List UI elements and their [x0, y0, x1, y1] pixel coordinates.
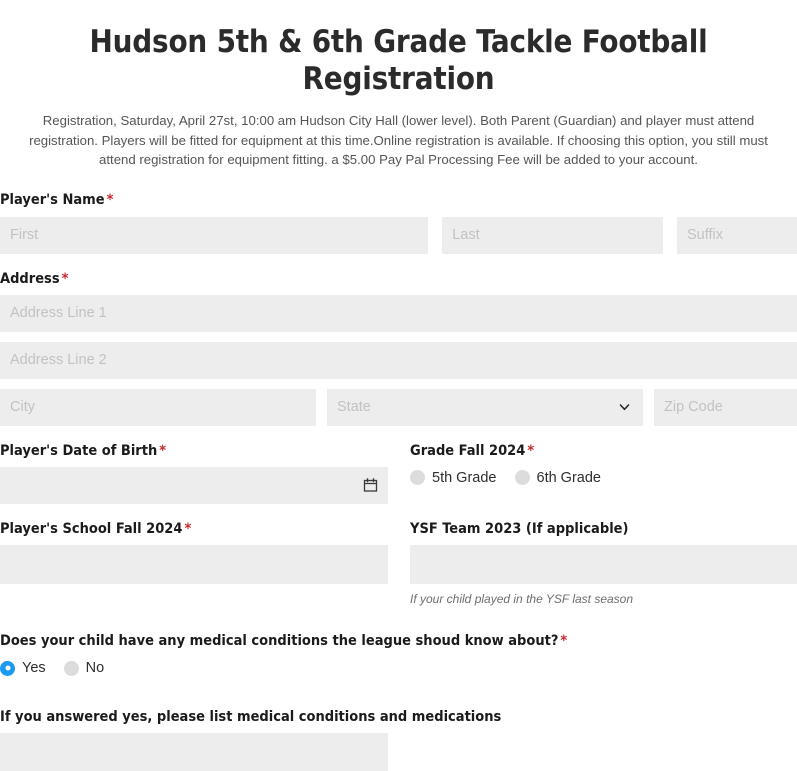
- label-medical-conditions-list: If you answered yes, please list medical…: [0, 708, 797, 726]
- label-medical-conditions-question: Does your child have any medical conditi…: [0, 632, 797, 650]
- ysf-team-2023-input[interactable]: [410, 544, 797, 584]
- school-fall-2024-input[interactable]: [0, 544, 388, 584]
- label-grade-fall-2024: Grade Fall 2024 *: [410, 442, 797, 460]
- label-player-name: Player's Name *: [0, 191, 797, 209]
- calendar-icon[interactable]: [363, 478, 378, 493]
- suffix-input[interactable]: [677, 216, 797, 254]
- city-state-zip-row: State: [0, 388, 797, 426]
- last-name-input[interactable]: [442, 216, 663, 254]
- form-body: Player's Name* Address*: [0, 169, 797, 771]
- radio-indicator: [0, 660, 15, 676]
- form-header: Hudson 5th & 6th Grade Tackle Football R…: [0, 0, 797, 169]
- field-medical-conditions-list: If you answered yes, please list medical…: [0, 708, 797, 771]
- radio-medical-yes-label: Yes: [22, 660, 46, 676]
- city-input[interactable]: [0, 388, 316, 426]
- player-name-row: [0, 216, 797, 254]
- required-asterisk: *: [61, 270, 69, 287]
- field-school-fall-2024: Player's School Fall 2024 *: [0, 520, 388, 584]
- radio-indicator: [410, 470, 425, 486]
- label-date-of-birth: Player's Date of Birth *: [0, 442, 388, 460]
- registration-form-page: Hudson 5th & 6th Grade Tackle Football R…: [0, 0, 797, 771]
- radio-medical-no-label: No: [85, 660, 105, 676]
- date-of-birth-wrapper: [0, 466, 388, 504]
- field-address: Address* State: [0, 270, 797, 426]
- dob-grade-row: Player's Date of Birth * Grade Fall 2024…: [0, 442, 797, 504]
- radio-grade-5th-label: 5th Grade: [432, 469, 497, 486]
- state-select[interactable]: State: [327, 388, 643, 426]
- date-of-birth-input[interactable]: [0, 466, 388, 504]
- page-title: Hudson 5th & 6th Grade Tackle Football R…: [89, 24, 708, 97]
- zip-code-input[interactable]: [654, 388, 797, 426]
- label-school-fall-2024-text: Player's School Fall 2024: [0, 520, 183, 537]
- required-asterisk: *: [184, 520, 192, 537]
- radio-medical-yes[interactable]: Yes: [0, 660, 46, 676]
- ysf-team-help-text: If your child played in the YSF last sea…: [410, 591, 634, 606]
- label-grade-fall-2024-text: Grade Fall 2024: [410, 442, 526, 459]
- school-ysf-row: Player's School Fall 2024 * YSF Team 2023…: [0, 520, 797, 606]
- address-line-2-input[interactable]: [0, 341, 797, 379]
- radio-grade-6th-label: 6th Grade: [536, 469, 602, 486]
- field-date-of-birth: Player's Date of Birth *: [0, 442, 388, 504]
- label-school-fall-2024: Player's School Fall 2024 *: [0, 520, 388, 538]
- radio-grade-6th[interactable]: 6th Grade: [514, 469, 602, 486]
- label-date-of-birth-text: Player's Date of Birth: [0, 442, 158, 459]
- medical-conditions-radio-group: Yes No: [0, 657, 797, 676]
- label-ysf-team-2023: YSF Team 2023 (If applicable): [410, 520, 797, 538]
- radio-indicator: [63, 660, 79, 676]
- label-medical-conditions-list-text: If you answered yes, please list medical…: [0, 709, 502, 725]
- radio-indicator: [514, 470, 530, 486]
- grade-radio-group: 5th Grade 6th Grade: [410, 467, 797, 486]
- radio-grade-5th[interactable]: 5th Grade: [410, 470, 497, 486]
- radio-medical-no[interactable]: No: [63, 660, 105, 676]
- required-asterisk: *: [106, 192, 114, 209]
- field-medical-conditions-question: Does your child have any medical conditi…: [0, 632, 797, 676]
- medical-conditions-textarea[interactable]: [0, 733, 388, 771]
- required-asterisk: *: [560, 632, 568, 649]
- label-ysf-team-2023-text: YSF Team 2023 (If applicable): [410, 520, 629, 537]
- field-grade-fall-2024: Grade Fall 2024 * 5th Grade 6th Grade: [410, 442, 797, 486]
- required-asterisk: *: [159, 442, 167, 459]
- field-ysf-team-2023: YSF Team 2023 (If applicable) If your ch…: [410, 520, 797, 606]
- form-description: Registration, Saturday, April 27st, 10:0…: [29, 113, 768, 167]
- label-player-name-text: Player's Name: [0, 192, 105, 209]
- first-name-input[interactable]: [0, 216, 429, 254]
- field-player-name: Player's Name *: [0, 191, 797, 254]
- state-select-wrapper[interactable]: State: [327, 388, 643, 426]
- label-address: Address *: [0, 270, 797, 288]
- required-asterisk: *: [527, 442, 535, 459]
- label-address-text: Address: [0, 270, 60, 287]
- label-medical-conditions-question-text: Does your child have any medical conditi…: [0, 632, 559, 649]
- address-line-1-input[interactable]: [0, 294, 797, 332]
